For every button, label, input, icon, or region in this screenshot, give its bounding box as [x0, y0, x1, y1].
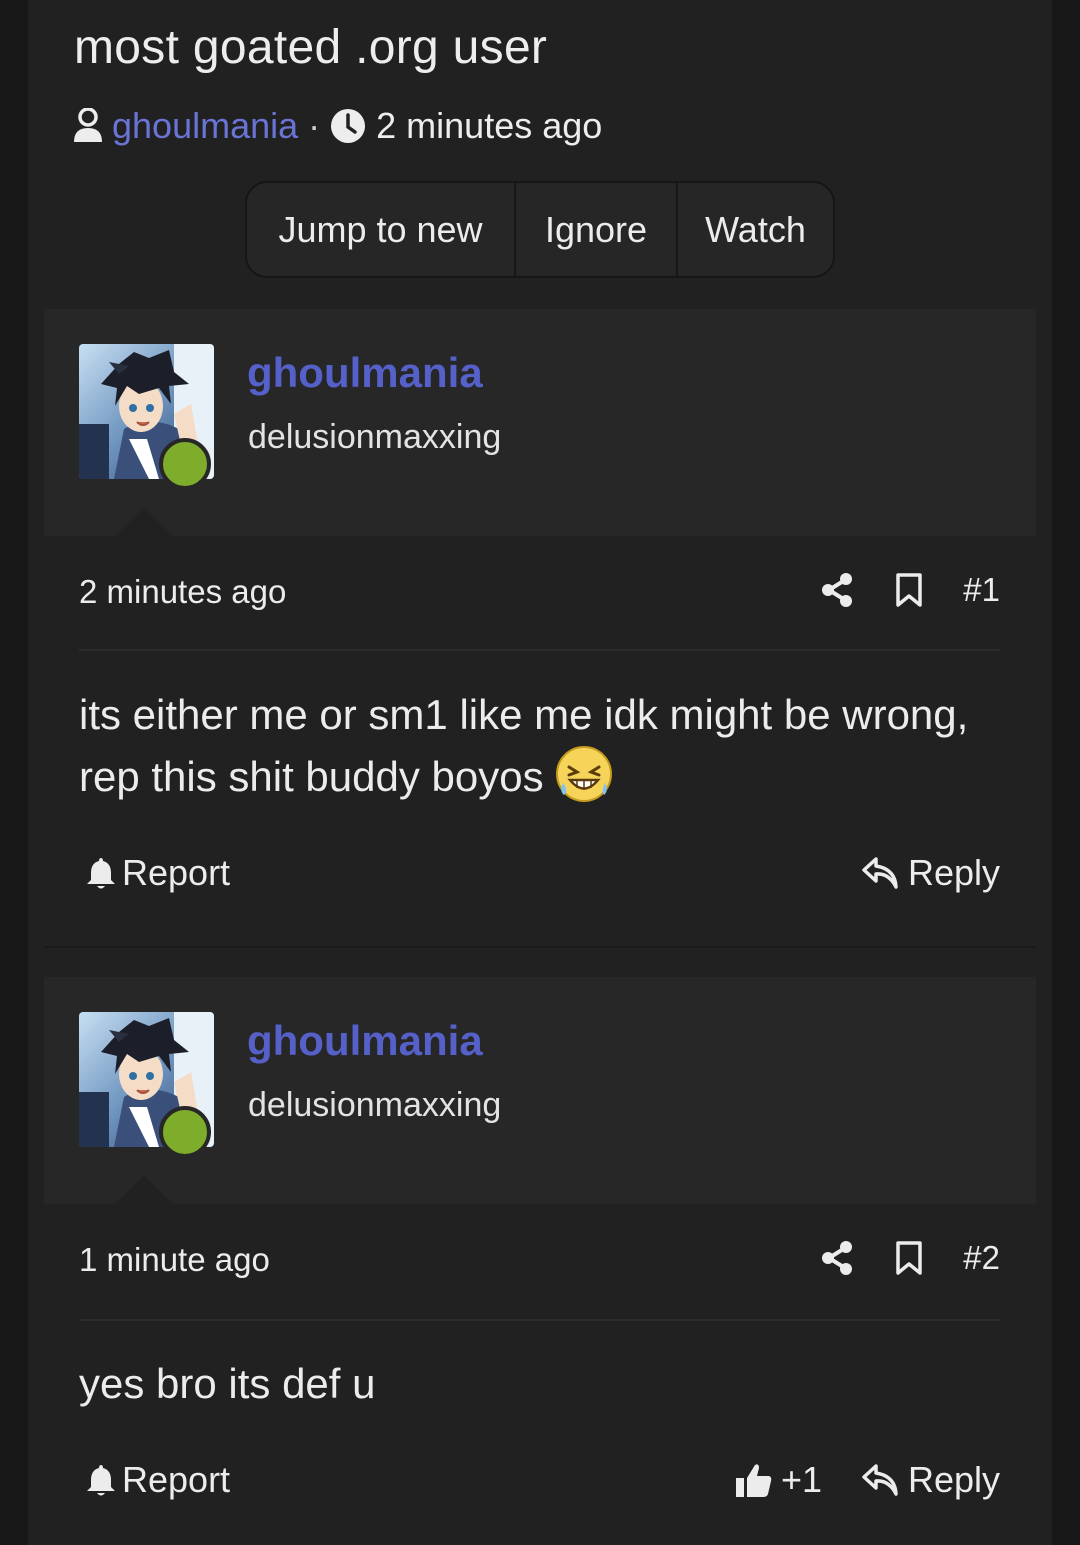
- post-username[interactable]: ghoulmania: [247, 349, 483, 397]
- header-pointer: [114, 507, 174, 537]
- post-number[interactable]: #1: [963, 571, 1000, 609]
- like-count: +1: [780, 1459, 822, 1500]
- user-title: delusionmaxxing: [248, 418, 502, 456]
- share-icon[interactable]: [821, 573, 853, 607]
- user-icon: [72, 108, 104, 144]
- post-1: ghoulmania delusionmaxxing 2 minutes ago: [44, 309, 1036, 947]
- post-content: its either me or sm1 like me idk might b…: [79, 684, 1009, 819]
- thread-page: most goated .org user ghoulmania · 2 min…: [28, 0, 1052, 1545]
- thread-time: 2 minutes ago: [376, 105, 603, 146]
- like-button[interactable]: +1: [735, 1459, 822, 1501]
- post-time[interactable]: 1 minute ago: [79, 1241, 270, 1279]
- post-tools: #2: [779, 1239, 1000, 1277]
- divider: [79, 649, 1000, 651]
- reply-label: Reply: [907, 1459, 1000, 1500]
- reply-label: Reply: [907, 852, 1000, 893]
- report-button[interactable]: Report: [86, 1459, 230, 1501]
- divider: [79, 1319, 1000, 1321]
- report-button[interactable]: Report: [86, 852, 230, 894]
- report-label: Report: [122, 1459, 231, 1500]
- reply-button[interactable]: Reply: [862, 852, 1000, 894]
- post-tools: #1: [779, 571, 1000, 609]
- bell-icon: [86, 856, 116, 890]
- meta-separator: ·: [308, 105, 321, 146]
- reply-icon: [862, 857, 898, 889]
- user-title: delusionmaxxing: [248, 1086, 502, 1124]
- reply-button[interactable]: Reply: [862, 1459, 1000, 1501]
- online-indicator: [159, 1106, 211, 1158]
- post-author-header: ghoulmania delusionmaxxing: [44, 309, 1036, 537]
- bookmark-icon[interactable]: [895, 572, 923, 608]
- post-text: its either me or sm1 like me idk might b…: [79, 691, 969, 800]
- post-separator: [44, 946, 1036, 948]
- post-text: yes bro its def u: [79, 1360, 376, 1407]
- reply-icon: [862, 1464, 898, 1496]
- thumbs-up-icon: [735, 1461, 773, 1499]
- ignore-button[interactable]: Ignore: [514, 183, 676, 276]
- post-number[interactable]: #2: [963, 1239, 1000, 1277]
- laughing-tears-emoji-icon: [555, 745, 613, 819]
- clock-icon: [330, 108, 366, 144]
- post-username[interactable]: ghoulmania: [247, 1017, 483, 1065]
- thread-meta: ghoulmania · 2 minutes ago: [72, 104, 602, 148]
- thread-author-link[interactable]: ghoulmania: [112, 105, 298, 147]
- report-label: Report: [122, 852, 231, 893]
- share-icon[interactable]: [821, 1241, 853, 1275]
- watch-button[interactable]: Watch: [676, 183, 833, 276]
- post-time[interactable]: 2 minutes ago: [79, 573, 286, 611]
- post-content: yes bro its def u: [79, 1353, 1009, 1414]
- thread-title: most goated .org user: [74, 21, 548, 74]
- thread-action-buttons: Jump to new Ignore Watch: [245, 181, 835, 278]
- post-footer: Report Reply: [86, 852, 1000, 902]
- post-2: ghoulmania delusionmaxxing 1 minute ago: [44, 977, 1036, 1545]
- bookmark-icon[interactable]: [895, 1240, 923, 1276]
- header-pointer: [114, 1175, 174, 1205]
- bell-icon: [86, 1463, 116, 1497]
- post-author-header: ghoulmania delusionmaxxing: [44, 977, 1036, 1205]
- jump-to-new-button[interactable]: Jump to new: [247, 183, 514, 276]
- post-footer: Report +1 Reply: [86, 1459, 1000, 1509]
- online-indicator: [159, 438, 211, 490]
